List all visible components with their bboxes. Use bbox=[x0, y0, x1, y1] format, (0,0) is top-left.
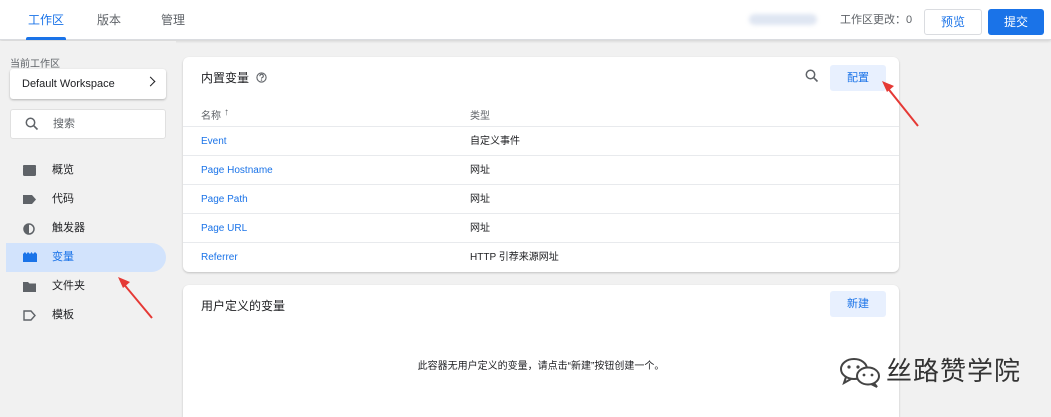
sidebar-item-label: 变量 bbox=[52, 251, 74, 263]
workspace-name: Default Workspace bbox=[22, 78, 115, 90]
variable-name-link[interactable]: Page Hostname bbox=[201, 156, 273, 185]
variable-type: 自定义事件 bbox=[470, 136, 520, 147]
table-row[interactable]: Page Hostname 网址 bbox=[183, 155, 899, 184]
search-icon bbox=[25, 117, 39, 131]
overview-icon bbox=[23, 165, 36, 176]
variable-icon bbox=[23, 252, 37, 262]
sidebar-item-label: 文件夹 bbox=[52, 280, 85, 292]
template-icon bbox=[23, 310, 36, 321]
builtin-variables-card: 内置变量 配置 名称 ↑ 类型 Event 自定义事件 Page Hostnam… bbox=[183, 57, 899, 272]
tag-icon bbox=[23, 195, 36, 204]
sidebar: 当前工作区 Default Workspace 搜索 概览 代码 触发器 变量 … bbox=[0, 41, 176, 417]
sidebar-item-triggers[interactable]: 触发器 bbox=[6, 214, 166, 243]
wechat-icon bbox=[840, 358, 880, 388]
table-row[interactable]: Event 自定义事件 bbox=[183, 126, 899, 155]
variable-name-link[interactable]: Referrer bbox=[201, 243, 238, 272]
watermark-text: 丝路赞学院 bbox=[886, 357, 1022, 387]
variable-type: 网址 bbox=[470, 223, 490, 234]
sidebar-item-variables[interactable]: 变量 bbox=[6, 243, 166, 272]
container-name-blurred bbox=[749, 14, 817, 25]
sidebar-item-overview[interactable]: 概览 bbox=[6, 156, 166, 185]
sidebar-item-label: 模板 bbox=[52, 309, 74, 321]
workspace-selector[interactable]: Default Workspace bbox=[10, 69, 166, 99]
sidebar-search-input[interactable]: 搜索 bbox=[10, 109, 166, 139]
sort-ascending-icon[interactable]: ↑ bbox=[224, 107, 229, 118]
chevron-right-icon bbox=[145, 76, 156, 87]
user-defined-variables-title: 用户定义的变量 bbox=[201, 299, 286, 313]
variable-name-link[interactable]: Event bbox=[201, 127, 227, 156]
variable-type: 网址 bbox=[470, 194, 490, 205]
submit-button[interactable]: 提交 bbox=[988, 9, 1044, 35]
search-placeholder: 搜索 bbox=[53, 118, 75, 130]
top-bar: 工作区 版本 管理 工作区更改：0 预览 提交 bbox=[0, 0, 1051, 40]
table-row[interactable]: Page URL 网址 bbox=[183, 213, 899, 242]
builtin-variables-title: 内置变量 bbox=[201, 71, 250, 85]
variable-type: 网址 bbox=[470, 165, 490, 176]
preview-button[interactable]: 预览 bbox=[924, 9, 982, 35]
variable-name-link[interactable]: Page URL bbox=[201, 214, 247, 243]
tab-versions[interactable]: 版本 bbox=[97, 0, 121, 40]
current-workspace-label: 当前工作区 bbox=[10, 59, 60, 70]
help-icon[interactable] bbox=[256, 72, 267, 83]
trigger-icon bbox=[23, 223, 35, 235]
variable-name-link[interactable]: Page Path bbox=[201, 185, 248, 214]
column-header-type: 类型 bbox=[470, 111, 490, 122]
sidebar-item-label: 触发器 bbox=[52, 222, 85, 234]
new-variable-button[interactable]: 新建 bbox=[830, 291, 886, 317]
folder-icon bbox=[23, 282, 36, 292]
workspace-changes-count: 工作区更改：0 bbox=[840, 14, 913, 26]
search-icon[interactable] bbox=[805, 69, 819, 83]
tab-workspace[interactable]: 工作区 bbox=[25, 0, 67, 40]
sidebar-item-label: 代码 bbox=[52, 193, 74, 205]
tab-admin[interactable]: 管理 bbox=[161, 0, 185, 40]
sidebar-item-tags[interactable]: 代码 bbox=[6, 185, 166, 214]
watermark: 丝路赞学院 bbox=[838, 355, 1028, 389]
variable-type: HTTP 引荐来源网址 bbox=[470, 252, 559, 263]
annotation-arrow-configure bbox=[882, 81, 919, 127]
column-header-name[interactable]: 名称 bbox=[201, 107, 221, 122]
sidebar-item-label: 概览 bbox=[52, 164, 74, 176]
empty-state-message: 此容器无用户定义的变量，请点击“新建”按钮创建一个。 bbox=[417, 361, 665, 372]
annotation-arrow-variables bbox=[118, 277, 153, 319]
table-row[interactable]: Referrer HTTP 引荐来源网址 bbox=[183, 242, 899, 271]
table-row[interactable]: Page Path 网址 bbox=[183, 184, 899, 213]
user-defined-variables-card: 用户定义的变量 新建 此容器无用户定义的变量，请点击“新建”按钮创建一个。 bbox=[183, 285, 899, 417]
